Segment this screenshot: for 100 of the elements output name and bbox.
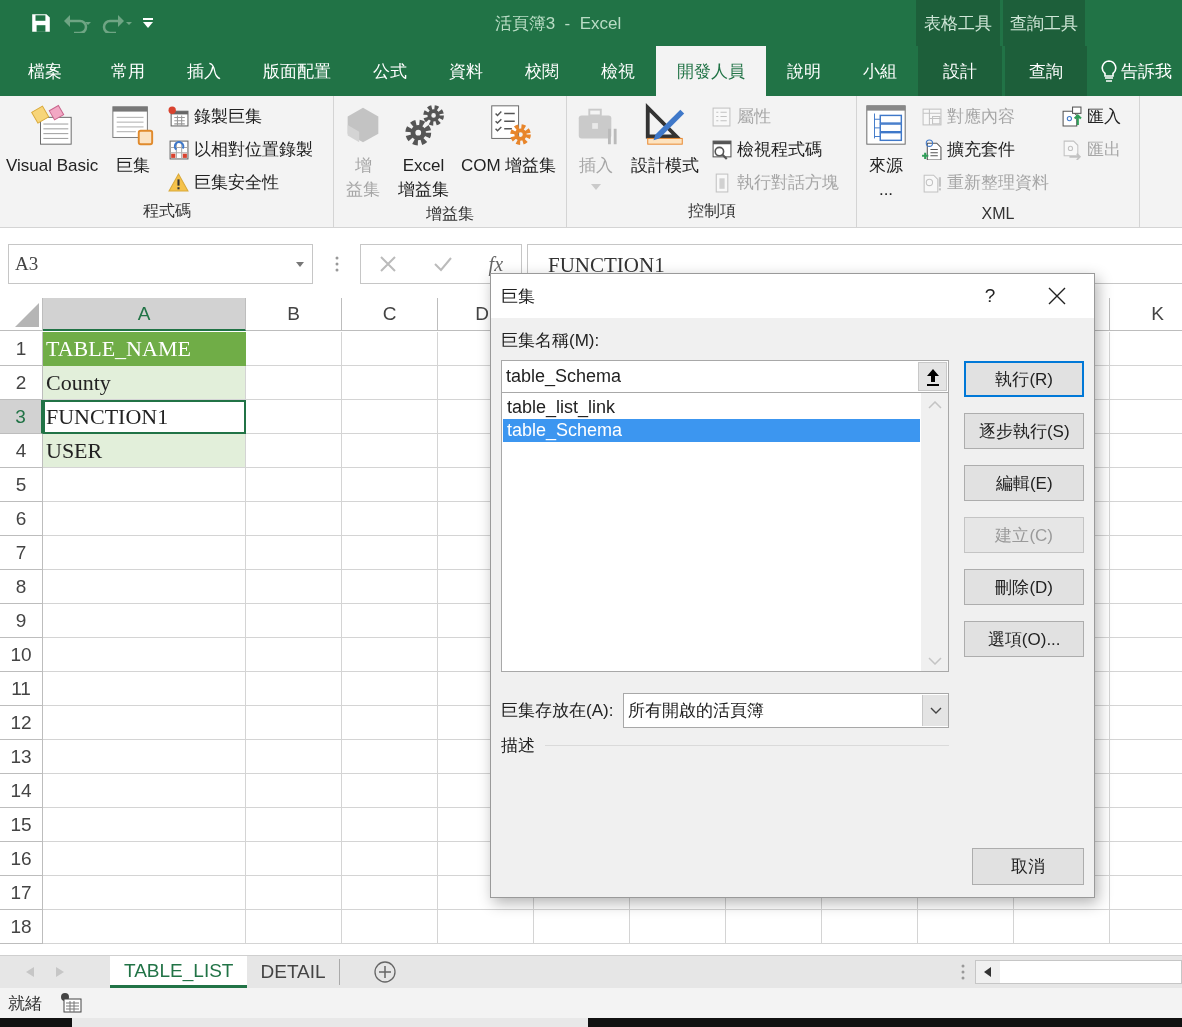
ribbon-tab[interactable]: 檢視	[580, 46, 656, 96]
document-plus-icon	[921, 139, 942, 160]
dropdown-icon	[296, 261, 304, 267]
dialog-button[interactable]: 執行(R)	[964, 361, 1084, 397]
warning-icon	[168, 172, 190, 193]
ribbon-button[interactable]: 檢視程式碼	[709, 133, 841, 166]
ribbon-tab[interactable]: 公式	[352, 46, 428, 96]
add-sheet-icon[interactable]	[373, 961, 396, 983]
ribbon-button[interactable]: 以相對位置錄製	[166, 133, 316, 166]
insert-function-button[interactable]: fx	[488, 252, 504, 276]
location-dropdown[interactable]: 所有開啟的活頁簿	[623, 693, 950, 728]
ribbon-tab[interactable]: 版面配置	[242, 46, 352, 96]
macro-list-item[interactable]: table_list_link	[503, 396, 921, 419]
row-header[interactable]: 5	[0, 468, 43, 502]
close-icon[interactable]	[1048, 287, 1066, 305]
ribbon-tab[interactable]: 資料	[428, 46, 504, 96]
ribbon-button[interactable]: Excel 增益集	[396, 100, 451, 202]
row-header[interactable]: 10	[0, 638, 43, 672]
macro-record-icon[interactable]	[60, 993, 82, 1013]
row-header[interactable]: 15	[0, 808, 43, 842]
customize-icon[interactable]	[142, 17, 154, 29]
magnifier-window-icon	[711, 139, 732, 160]
row-header[interactable]: 14	[0, 774, 43, 808]
row-header[interactable]: 13	[0, 740, 43, 774]
ribbon-tab[interactable]: 查詢	[1005, 46, 1087, 96]
chevron-up-icon[interactable]	[927, 401, 942, 409]
table-icon	[921, 106, 942, 127]
ribbon-button[interactable]: 來源 ...	[861, 100, 911, 202]
ribbon-tab[interactable]: 小組	[842, 46, 918, 96]
group-label: 程式碼	[142, 201, 191, 221]
ribbon-tab[interactable]: 插入	[166, 46, 242, 96]
table-cell: TABLE_NAME	[43, 332, 246, 366]
row-header[interactable]: 17	[0, 876, 43, 910]
field-label: 巨集存放在(A):	[501, 700, 614, 722]
dialog-button[interactable]: 選項(O)...	[964, 621, 1084, 657]
sheet-tab[interactable]: DETAIL	[247, 959, 340, 985]
grip-icon	[961, 964, 965, 980]
undo-icon[interactable]	[62, 13, 92, 33]
redo-icon[interactable]	[102, 13, 132, 33]
context-tab-label: 查詢工具	[1003, 0, 1085, 46]
row-header[interactable]: 11	[0, 672, 43, 706]
chevron-down-icon	[929, 707, 942, 714]
row-header[interactable]: 6	[0, 502, 43, 536]
chevron-down-icon[interactable]	[927, 657, 942, 665]
help-button[interactable]: ?	[960, 285, 1020, 307]
enter-icon[interactable]	[432, 255, 453, 273]
scroll-right-icon[interactable]	[56, 967, 64, 977]
row-header[interactable]: 16	[0, 842, 43, 876]
row-header[interactable]: 12	[0, 706, 43, 740]
table-cell: USER	[43, 434, 246, 468]
dialog-button[interactable]: 逐步執行(S)	[964, 413, 1084, 449]
row-header[interactable]: 4	[0, 434, 43, 468]
ribbon-tab[interactable]: 開發人員	[656, 46, 766, 96]
ribbon-button[interactable]: COM 增益集	[459, 100, 559, 178]
column-header[interactable]: B	[246, 298, 342, 331]
row-header[interactable]: 7	[0, 536, 43, 570]
row-header[interactable]: 2	[0, 366, 43, 400]
import-icon	[1061, 106, 1082, 127]
list-icon	[711, 106, 732, 127]
window-title: 活頁簿3 - Excel	[494, 12, 622, 35]
row-header[interactable]: 18	[0, 910, 43, 944]
row-header[interactable]: 3	[0, 400, 43, 434]
status-text: 就緒	[8, 992, 42, 1015]
save-icon[interactable]	[30, 12, 52, 34]
row-header[interactable]: 1	[0, 332, 43, 366]
group-label: 控制項	[687, 201, 736, 221]
export-icon	[1061, 139, 1082, 160]
ribbon-button[interactable]: 巨集安全性	[166, 166, 316, 199]
ribbon-tab[interactable]: 說明	[766, 46, 842, 96]
dialog-button[interactable]: 刪除(D)	[964, 569, 1084, 605]
cancel-button[interactable]: 取消	[972, 848, 1084, 885]
dialog-button[interactable]: 編輯(E)	[964, 465, 1084, 501]
macro-list[interactable]: table_list_link table_Schema	[501, 393, 950, 672]
ribbon-tab[interactable]: 檔案	[0, 46, 90, 96]
ribbon-button[interactable]: Visual Basic	[4, 100, 101, 178]
field-label: 巨集名稱(M):	[501, 330, 601, 352]
ribbon-button[interactable]: 匯入	[1059, 100, 1123, 133]
tell-me-search[interactable]: 告訴我	[1087, 46, 1172, 96]
scroll-left-icon[interactable]	[976, 961, 1000, 983]
ribbon-tab[interactable]: 常用	[90, 46, 166, 96]
ribbon-button[interactable]: 巨集	[108, 100, 159, 178]
name-box[interactable]: A3	[8, 244, 313, 284]
ribbon-button[interactable]: 設計模式	[629, 100, 701, 178]
column-header[interactable]: A	[43, 298, 246, 331]
row-header[interactable]: 8	[0, 570, 43, 604]
column-header[interactable]: C	[342, 298, 438, 331]
up-arrow-button[interactable]	[918, 362, 948, 391]
record-icon	[168, 106, 190, 127]
row-header[interactable]: 9	[0, 604, 43, 638]
ribbon-tab[interactable]: 校閱	[504, 46, 580, 96]
macro-name-field[interactable]: table_Schema	[501, 360, 950, 393]
horizontal-scrollbar[interactable]	[975, 960, 1182, 984]
ribbon-tab[interactable]: 設計	[918, 46, 1002, 96]
sheet-tab[interactable]: TABLE_LIST	[110, 956, 248, 988]
document-alert-icon	[921, 172, 942, 193]
cancel-icon[interactable]	[378, 255, 397, 273]
ribbon-button[interactable]: 錄製巨集	[166, 100, 316, 133]
select-all-icon[interactable]	[15, 303, 39, 327]
grip-icon	[334, 256, 339, 272]
ribbon-button[interactable]: 擴充套件	[919, 133, 1051, 166]
